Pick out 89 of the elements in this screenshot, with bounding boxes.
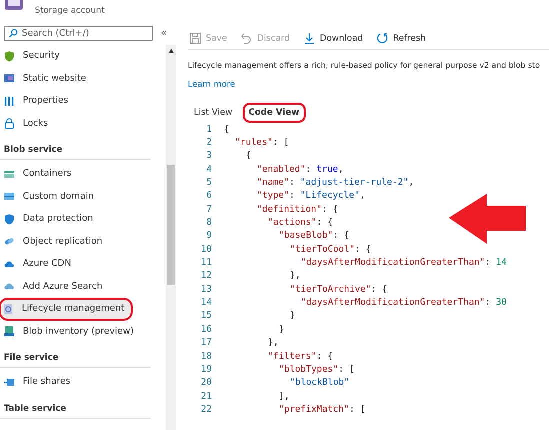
sidebar-item[interactable]: Blob inventory (preview) xyxy=(0,320,165,343)
code-line: "blockBlob" xyxy=(290,378,350,388)
sidebar-item[interactable]: Properties xyxy=(0,90,165,112)
line-number: 19 xyxy=(200,364,212,375)
section-heading: Table service xyxy=(0,394,151,418)
line-number: 11 xyxy=(200,258,212,268)
code-line: "filters": { xyxy=(268,352,334,362)
sidebar-item[interactable]: Custom domain xyxy=(0,186,165,208)
search-icon xyxy=(9,29,18,38)
line-number: 3 xyxy=(206,151,212,162)
sidebar-item[interactable]: Add Azure Search xyxy=(0,276,165,298)
line-number: 1 xyxy=(206,124,212,135)
line-number: 2 xyxy=(206,138,212,148)
sidebar-item[interactable]: Locks xyxy=(0,112,165,135)
code-line: "baseBlob": { xyxy=(279,231,350,242)
sidebar-item[interactable]: Containers xyxy=(0,163,165,186)
shield-icon xyxy=(4,214,15,225)
line-number: 15 xyxy=(200,311,212,322)
code-line: "name": "adjust-tier-rule-2", xyxy=(257,178,414,188)
line-number: 14 xyxy=(200,298,212,308)
line-number: 6 xyxy=(206,191,212,202)
sidebar-item[interactable]: Static website xyxy=(0,68,165,90)
storage-account-icon xyxy=(4,0,24,11)
code-line: { xyxy=(246,151,252,162)
code-line: }, xyxy=(268,338,279,348)
resource-type-label: Storage account xyxy=(35,5,105,17)
code-line: "type": "Lifecycle", xyxy=(257,191,366,202)
line-number: 4 xyxy=(206,164,212,175)
domain-icon xyxy=(4,191,15,202)
code-line: } xyxy=(279,324,284,335)
sidebar-item[interactable]: Lifecycle management xyxy=(0,298,133,320)
line-number: 7 xyxy=(206,204,212,215)
save-icon xyxy=(190,33,201,44)
learn-more-link[interactable]: Learn more xyxy=(188,78,236,90)
download-icon xyxy=(304,33,315,44)
code-line: } xyxy=(290,311,296,322)
website-icon xyxy=(4,73,15,84)
code-line: "daysAfterModificationGreaterThan": 14 xyxy=(301,258,507,268)
discard-icon xyxy=(241,33,252,44)
line-number: 22 xyxy=(200,404,212,415)
annotation-arrow-icon xyxy=(449,194,526,244)
line-number: 17 xyxy=(200,338,212,348)
code-line: "enabled": true, xyxy=(257,164,344,175)
code-line: { xyxy=(224,124,230,135)
collapse-button[interactable]: « xyxy=(159,28,170,39)
line-number: 12 xyxy=(200,271,212,282)
sidebar-item[interactable]: Azure CDN xyxy=(0,253,165,276)
toolbar-button[interactable]: Refresh xyxy=(375,33,428,44)
line-number: 16 xyxy=(200,324,212,335)
code-line: "blobTypes": [ xyxy=(279,364,355,375)
section-heading: Blob service xyxy=(0,135,151,160)
toolbar-button[interactable]: Download xyxy=(302,33,366,44)
sidebar-item[interactable]: Security xyxy=(0,45,165,68)
cloud-icon xyxy=(4,281,15,292)
code-line: "daysAfterModificationGreaterThan": 30 xyxy=(301,298,507,308)
line-number: 10 xyxy=(200,244,212,255)
document-icon xyxy=(3,304,14,315)
code-line: "tierToArchive": { xyxy=(290,284,388,295)
refresh-icon xyxy=(377,33,388,44)
bars-icon xyxy=(4,96,15,107)
scroll-up-icon xyxy=(168,49,174,53)
code-line: ], xyxy=(279,392,290,402)
sidebar-item[interactable]: Object replication xyxy=(0,230,165,253)
line-number: 5 xyxy=(206,178,212,188)
scrollbar[interactable] xyxy=(166,45,176,430)
code-line: "actions": { xyxy=(268,218,334,228)
code-line: "prefixMatch": [ xyxy=(279,404,366,415)
line-number: 8 xyxy=(206,218,212,228)
section-heading: File service xyxy=(0,343,151,368)
view-tab[interactable]: List View xyxy=(188,103,239,123)
inventory-icon xyxy=(4,326,15,338)
line-number: 21 xyxy=(200,392,212,402)
sidebar-item[interactable]: Data protection xyxy=(0,208,165,230)
link-icon xyxy=(4,236,15,248)
view-tab[interactable]: Code View xyxy=(242,103,306,123)
line-number: 18 xyxy=(200,352,212,362)
container-icon xyxy=(4,168,15,180)
search-field[interactable]: Search (Ctrl+/) xyxy=(4,26,153,41)
code-line: }, xyxy=(290,271,301,282)
line-number: 13 xyxy=(200,284,212,295)
code-line: "definition": { xyxy=(257,204,338,215)
line-number: 20 xyxy=(200,378,212,388)
code-line: "rules": [ xyxy=(235,138,290,148)
folder-icon xyxy=(4,376,15,388)
shield-icon xyxy=(4,50,15,62)
sidebar-item[interactable]: File shares xyxy=(0,371,165,394)
code-line: "tierToCool": { xyxy=(290,244,372,255)
line-number: 9 xyxy=(206,231,212,242)
lock-icon xyxy=(4,118,15,130)
